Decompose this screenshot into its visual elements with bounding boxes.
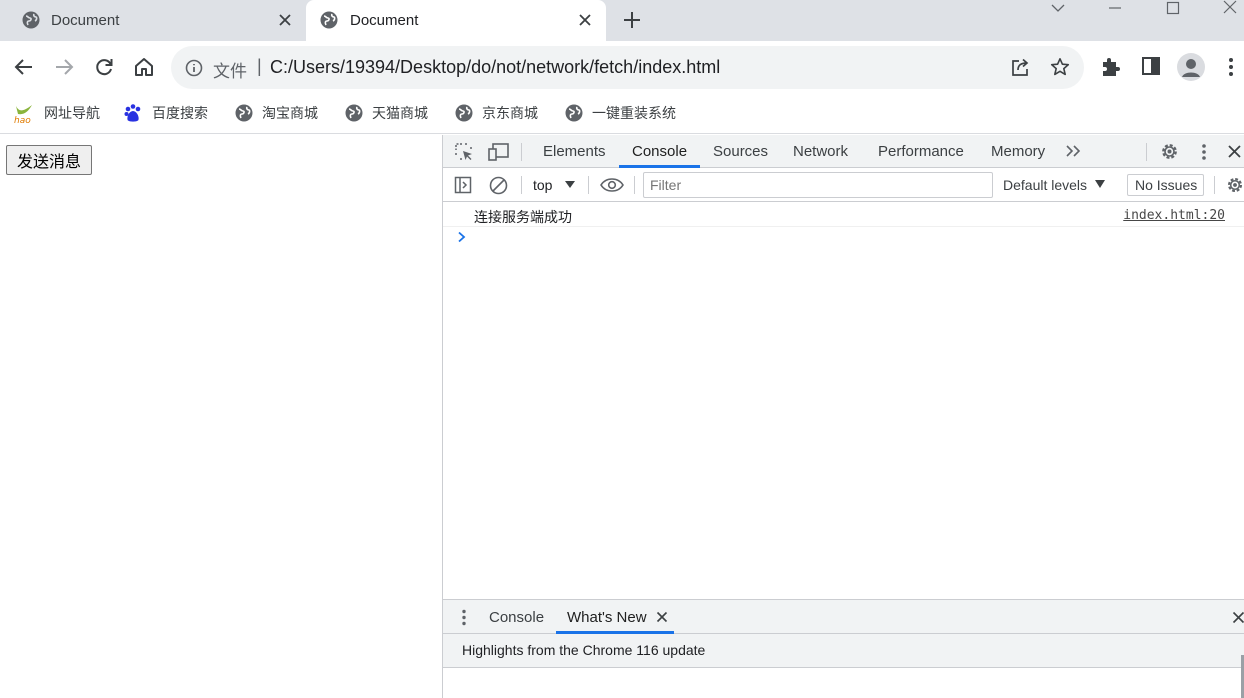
globe-icon [565,104,583,122]
devtools-tab-console[interactable]: Console [632,143,687,160]
more-tabs-chevron-icon[interactable] [1065,144,1083,158]
browser-tab-2[interactable]: Document [306,0,606,41]
url-text[interactable]: C:/Users/19394/Desktop/do/not/network/fe… [270,57,720,78]
bookmark-item[interactable]: 京东商城 [455,102,538,124]
profile-avatar[interactable] [1177,53,1205,81]
close-tab-icon[interactable] [278,13,292,27]
back-arrow-icon[interactable] [13,56,35,78]
reload-icon[interactable] [93,56,115,78]
browser-toolbar: 文件 | C:/Users/19394/Desktop/do/not/netwo… [0,41,1244,94]
browser-tab-1[interactable]: Document [0,0,306,41]
devtools-tab-sources[interactable]: Sources [713,143,768,160]
toolbar-divider [588,176,589,194]
bookmark-label: 京东商城 [482,105,538,121]
hao-logo-icon: hao [13,102,35,124]
minimize-icon[interactable] [1108,6,1122,10]
close-tab-icon[interactable] [578,13,592,27]
globe-icon [320,11,338,29]
close-drawer-tab-icon[interactable] [656,611,668,623]
tab-title: Document [51,12,120,29]
baidu-paw-icon [123,103,143,123]
forward-arrow-icon[interactable] [53,56,75,78]
new-tab-icon[interactable] [622,10,642,30]
bookmark-label: 网址导航 [44,105,100,121]
inspect-element-icon[interactable] [454,142,474,162]
bookmark-item[interactable]: 天猫商城 [345,102,428,124]
console-settings-gear-icon[interactable] [1225,175,1244,195]
devtools-panel: Elements Console Sources Network Perform… [442,135,1244,698]
globe-icon [22,11,40,29]
tab-strip: Document Document [0,0,1244,41]
scheme-label: 文件 [213,62,247,81]
tab-search-chevron-icon[interactable] [1050,2,1066,14]
devtools-tab-memory[interactable]: Memory [991,143,1045,160]
devtools-tab-bar: Elements Console Sources Network Perform… [443,135,1244,168]
window-close-icon[interactable] [1222,0,1238,16]
bookmark-star-icon[interactable] [1050,57,1070,77]
levels-dropdown-arrow-icon[interactable] [1095,180,1105,188]
drawer-tab-whats-new[interactable]: What's New [567,609,647,626]
home-icon[interactable] [133,56,155,78]
context-selector[interactable]: top [533,177,552,193]
menu-kebab-icon[interactable] [1228,56,1234,78]
devtools-tab-network[interactable]: Network [793,143,848,160]
console-message-source-link[interactable]: index.html:20 [1123,208,1225,223]
svg-text:hao: hao [14,116,31,124]
toolbar-divider [521,176,522,194]
site-info-icon[interactable] [185,59,203,77]
toolbar-divider [634,176,635,194]
drawer-tab-console[interactable]: Console [489,609,544,626]
toolbar-divider [521,143,522,161]
bookmark-label: 天猫商城 [372,105,428,121]
devtools-menu-kebab-icon[interactable] [1201,143,1207,161]
address-bar[interactable]: 文件 | C:/Users/19394/Desktop/do/not/netwo… [171,46,1084,89]
devtools-tab-performance[interactable]: Performance [878,143,964,160]
globe-icon [235,104,253,122]
scheme-separator: | [257,56,262,76]
settings-gear-icon[interactable] [1159,141,1180,162]
toolbar-divider [1214,176,1215,194]
whats-new-highlight-text: Highlights from the Chrome 116 update [462,642,706,658]
bookmark-label: 百度搜索 [152,105,208,121]
drawer-tab-bar: Console What's New [443,599,1244,634]
console-prompt-chevron-icon[interactable] [457,231,467,243]
bookmark-item[interactable]: 百度搜索 [123,102,208,124]
bookmark-item[interactable]: hao 网址导航 [13,102,100,124]
close-drawer-icon[interactable] [1232,611,1244,624]
console-message-row: 连接服务端成功 index.html:20 [443,203,1244,227]
context-dropdown-arrow-icon[interactable] [565,181,575,188]
share-icon[interactable] [1010,58,1030,78]
devtools-close-icon[interactable] [1227,144,1242,159]
side-panel-icon[interactable] [1141,56,1161,76]
toolbar-divider [1146,143,1147,161]
console-toolbar: top Default levels No Issues [443,168,1244,202]
extensions-puzzle-icon[interactable] [1101,56,1121,78]
tab-title: Document [350,12,419,29]
send-message-button[interactable]: 发送消息 [6,145,92,175]
bookmark-item[interactable]: 一键重装系统 [565,102,676,124]
maximize-icon[interactable] [1166,1,1180,15]
bookmark-label: 淘宝商城 [262,105,318,121]
drawer-menu-kebab-icon[interactable] [461,609,467,626]
bookmark-item[interactable]: 淘宝商城 [235,102,318,124]
show-sidebar-icon[interactable] [454,176,472,194]
live-expression-eye-icon[interactable] [600,178,624,192]
whats-new-panel: Highlights from the Chrome 116 update [443,634,1244,668]
console-message-text: 连接服务端成功 [474,210,572,226]
clear-console-icon[interactable] [489,176,508,195]
bookmarks-bar: hao 网址导航 百度搜索 淘宝商城 天猫商城 京东商城 一键重装系统 [0,94,1244,134]
globe-icon [345,104,363,122]
device-toolbar-icon[interactable] [488,142,510,162]
page-viewport: 发送消息 [0,135,442,698]
devtools-tab-elements[interactable]: Elements [543,143,606,160]
bookmark-label: 一键重装系统 [592,105,676,121]
globe-icon [455,104,473,122]
issues-counter-button[interactable]: No Issues [1127,174,1204,196]
console-filter-input[interactable] [643,172,993,198]
log-levels-dropdown[interactable]: Default levels [1003,177,1087,193]
